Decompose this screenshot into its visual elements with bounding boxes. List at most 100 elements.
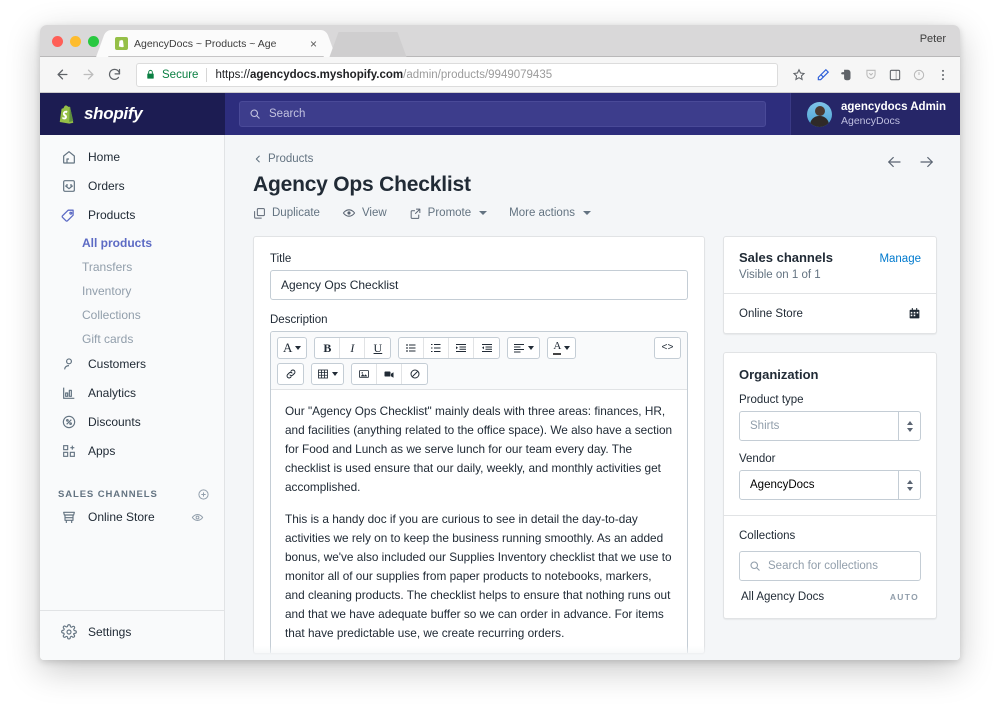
window-icon[interactable] [888, 68, 902, 82]
lock-icon [145, 69, 156, 80]
underline-icon[interactable]: U [365, 338, 390, 358]
link-icon[interactable] [278, 364, 303, 384]
sidebar-item-customers[interactable]: Customers [46, 352, 218, 376]
sidebar-item-discounts[interactable]: Discounts [46, 410, 218, 434]
indent-icon[interactable] [474, 338, 499, 358]
address-bar[interactable]: Secure https://agencydocs.myshopify.com/… [136, 62, 778, 87]
sidebar-subitem-label: Collections [82, 307, 141, 322]
sidebar-nav: Home Orders Products All products Transf… [40, 135, 224, 534]
eye-icon [342, 206, 356, 220]
sidebar-item-label: Apps [88, 444, 116, 458]
code-view-icon[interactable]: <> [655, 338, 680, 358]
discount-percent-icon [60, 414, 77, 431]
browser-extension-icons [788, 68, 950, 82]
align-icon[interactable] [508, 338, 539, 358]
promote-button[interactable]: Promote [409, 207, 488, 220]
text-format-group: B I U [314, 337, 392, 359]
sidebar-item-home[interactable]: Home [46, 145, 218, 169]
view-button[interactable]: View [342, 206, 387, 220]
browser-tab[interactable]: AgencyDocs ~ Products ~ Age × [108, 30, 324, 57]
breadcrumb-label: Products [268, 153, 314, 165]
more-actions-button[interactable]: More actions [509, 207, 591, 219]
eye-icon[interactable] [191, 511, 204, 524]
sidebar-item-orders[interactable]: Orders [46, 174, 218, 198]
shopify-logo[interactable]: shopify [40, 93, 225, 135]
title-input-value: Agency Ops Checklist [281, 278, 399, 292]
link-group [277, 363, 304, 385]
minimize-window-button[interactable] [70, 36, 81, 47]
sidebar-footer: Settings [40, 610, 224, 660]
table-icon[interactable] [312, 364, 343, 384]
product-type-select[interactable]: Shirts [739, 411, 921, 441]
products-tag-icon [60, 207, 77, 224]
sidebar-subitem-collections[interactable]: Collections [40, 304, 224, 325]
sidebar-item-label: Settings [88, 625, 132, 639]
collections-body: Collections Search for collections All A… [724, 516, 936, 618]
power-icon[interactable] [912, 68, 926, 82]
sidebar-item-products[interactable]: Products [46, 203, 218, 227]
action-label: More actions [509, 207, 575, 219]
user-menu[interactable]: agencydocs Admin AgencyDocs [790, 93, 960, 135]
vendor-select[interactable]: AgencyDocs [739, 470, 921, 500]
arrow-right-icon[interactable] [918, 153, 936, 171]
sidebar-subitem-inventory[interactable]: Inventory [40, 280, 224, 301]
image-icon[interactable] [352, 364, 377, 384]
bold-icon[interactable]: B [315, 338, 341, 358]
plus-circle-icon[interactable] [197, 488, 210, 501]
sidebar-subitem-label: Gift cards [82, 331, 134, 346]
omnibox-divider [206, 67, 208, 82]
sidebar-item-settings[interactable]: Settings [46, 620, 218, 644]
chevron-updown-icon [898, 412, 920, 440]
new-tab-placeholder[interactable] [340, 32, 396, 57]
evernote-icon[interactable] [840, 68, 854, 82]
vendor-label: Vendor [739, 453, 776, 465]
reload-icon[interactable] [102, 63, 126, 87]
maximize-window-button[interactable] [88, 36, 99, 47]
star-icon[interactable] [792, 68, 806, 82]
pocket-icon[interactable] [864, 68, 878, 82]
customer-person-icon [60, 356, 77, 373]
editor-toolbar-row-2 [277, 363, 681, 385]
status-badge: AUTO [889, 592, 919, 602]
browser-profile-name[interactable]: Peter [920, 33, 946, 45]
sidebar-subitem-all-products[interactable]: All products [40, 232, 224, 253]
avatar [807, 101, 832, 127]
calendar-icon[interactable] [908, 307, 921, 320]
manage-link[interactable]: Manage [879, 253, 921, 265]
title-field-label: Title [270, 253, 292, 265]
video-icon[interactable] [377, 364, 402, 384]
close-icon[interactable]: × [306, 38, 317, 50]
menu-kebab-icon[interactable] [936, 68, 950, 82]
sidebar-subitem-transfers[interactable]: Transfers [40, 256, 224, 277]
back-arrow-icon[interactable] [50, 63, 74, 87]
italic-icon[interactable]: I [340, 338, 366, 358]
arrow-left-icon[interactable] [885, 153, 903, 171]
numbered-list-icon[interactable] [424, 338, 450, 358]
description-body[interactable]: Our "Agency Ops Checklist" mainly deals … [271, 390, 687, 653]
clear-formatting-icon[interactable] [402, 364, 427, 384]
description-paragraph: Our "Agency Ops Checklist" mainly deals … [285, 404, 673, 495]
sidebar-item-label: Discounts [88, 415, 141, 429]
sidebar-item-analytics[interactable]: Analytics [46, 381, 218, 405]
sidebar-section-sales-channels: SALES CHANNELS [40, 483, 224, 505]
font-style-icon[interactable]: A [278, 338, 306, 358]
window-controls[interactable] [52, 36, 99, 47]
chevron-down-icon [582, 211, 591, 215]
eyedropper-icon[interactable] [816, 68, 830, 82]
search-input[interactable]: Search [239, 101, 766, 127]
outdent-icon[interactable] [449, 338, 475, 358]
page-actions: Duplicate View Promote More actions [253, 206, 936, 220]
title-input[interactable]: Agency Ops Checklist [270, 270, 688, 300]
sidebar-subitem-gift-cards[interactable]: Gift cards [40, 328, 224, 349]
close-window-button[interactable] [52, 36, 63, 47]
duplicate-button[interactable]: Duplicate [253, 207, 320, 220]
text-color-icon[interactable]: A [548, 338, 575, 358]
bullet-list-icon[interactable] [399, 338, 425, 358]
vendor-value: AgencyDocs [750, 479, 815, 491]
breadcrumb[interactable]: Products [253, 153, 936, 165]
collection-item[interactable]: All Agency Docs AUTO [739, 590, 921, 603]
sidebar-item-apps[interactable]: Apps [46, 439, 218, 463]
sales-channel-row[interactable]: Online Store [724, 294, 936, 333]
collections-search-input[interactable]: Search for collections [739, 551, 921, 581]
sidebar-item-online-store[interactable]: Online Store [46, 505, 218, 529]
